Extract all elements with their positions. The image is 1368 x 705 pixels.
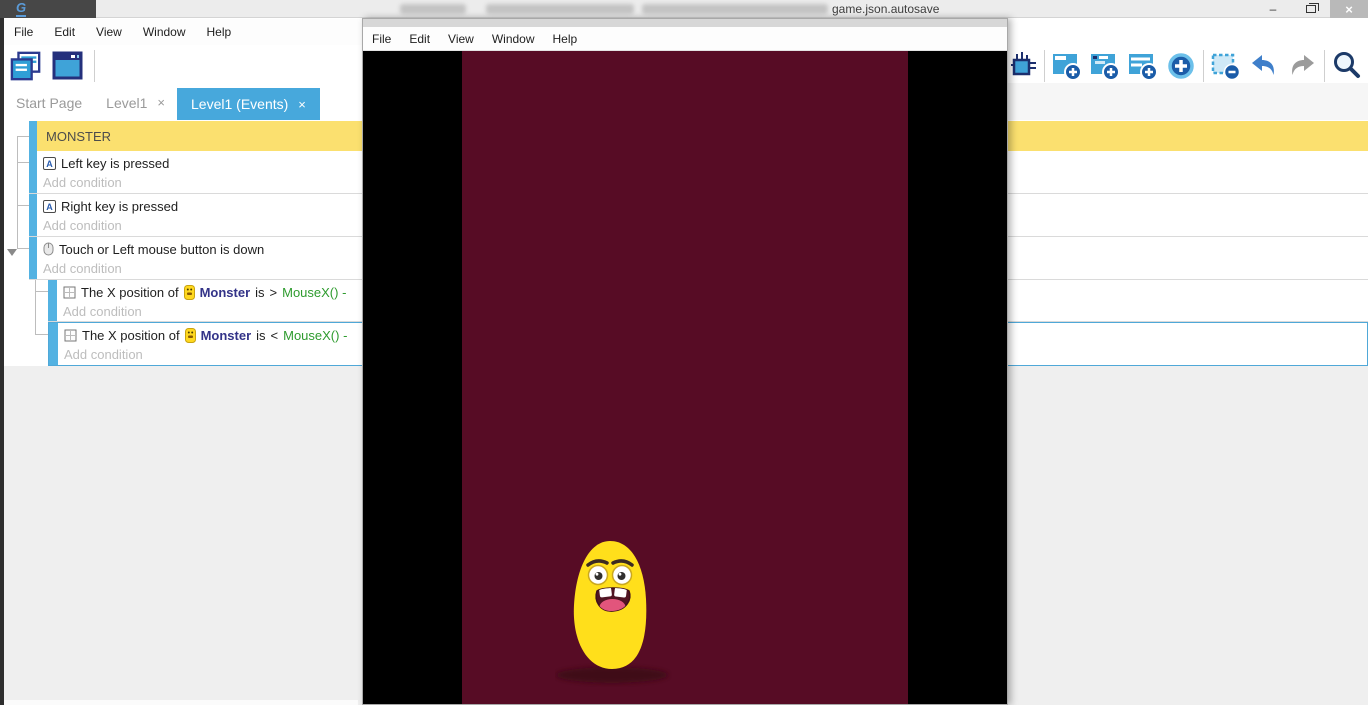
menu-view[interactable]: View (96, 25, 122, 39)
tab-label: Start Page (16, 95, 82, 111)
right-panel-filler (1007, 83, 1368, 121)
preview-window[interactable]: File Edit View Window Help (362, 18, 1008, 705)
redo-icon[interactable] (1286, 50, 1318, 82)
condition-text: is (255, 285, 264, 300)
position-icon (64, 329, 77, 342)
keyboard-key-icon: A (43, 200, 56, 213)
toolbar-separator (1324, 50, 1325, 82)
operator: < (271, 328, 279, 343)
preview-menu-edit[interactable]: Edit (409, 32, 430, 46)
title-bar: G game.json.autosave – × (0, 0, 1368, 18)
add-circle-icon[interactable] (1165, 50, 1197, 82)
gdevelop-logo-icon: G (16, 1, 26, 17)
tab-close-icon[interactable]: × (157, 95, 165, 110)
event-color-bar (29, 121, 37, 151)
condition-text: Left key is pressed (61, 156, 169, 171)
project-manager-icon[interactable] (10, 50, 42, 82)
condition-text: is (256, 328, 265, 343)
condition-text: Touch or Left mouse button is down (59, 242, 264, 257)
toolbar-right (1006, 46, 1363, 86)
tree-line (35, 334, 48, 335)
tab-start-page[interactable]: Start Page (4, 85, 94, 120)
redacted-title-segment (642, 4, 828, 14)
add-event-icon[interactable] (1051, 50, 1083, 82)
app-icon-block: G (0, 0, 96, 18)
condition-text: Right key is pressed (61, 199, 178, 214)
menu-window[interactable]: Window (143, 25, 186, 39)
menu-file[interactable]: File (14, 25, 33, 39)
toolbar-left (4, 46, 95, 86)
monster-object-icon (184, 285, 195, 300)
preview-title-strip (363, 19, 1007, 27)
tree-line (17, 136, 29, 137)
redacted-title-segment (400, 4, 466, 14)
game-stage (462, 51, 908, 704)
window-title: game.json.autosave (832, 2, 939, 16)
toolbar-separator (1203, 50, 1204, 82)
gdevelop-window: G game.json.autosave – × File Edit View … (0, 0, 1368, 705)
game-viewport[interactable] (363, 51, 1007, 704)
minimize-button[interactable]: – (1254, 0, 1292, 18)
restore-icon (1306, 5, 1316, 13)
close-button[interactable]: × (1330, 0, 1368, 18)
restore-button[interactable] (1292, 0, 1330, 18)
window-controls: – × (1254, 0, 1368, 18)
scene-window-icon[interactable] (52, 50, 84, 82)
monster-sprite (555, 537, 685, 687)
preview-menu-window[interactable]: Window (492, 32, 535, 46)
condition-text: The X position of (81, 285, 179, 300)
tree-line (17, 162, 29, 163)
tab-label: Level1 (Events) (191, 96, 288, 112)
tree-line (17, 248, 29, 249)
event-color-bar (29, 151, 37, 193)
preview-menu-help[interactable]: Help (553, 32, 578, 46)
redacted-title-segment (486, 4, 634, 14)
expression: MouseX() - (283, 328, 347, 343)
mouse-icon (43, 242, 54, 256)
event-color-bar (29, 237, 37, 279)
tree-line (35, 291, 48, 292)
position-icon (63, 286, 76, 299)
event-color-bar (48, 280, 57, 321)
event-color-bar (29, 194, 37, 236)
preview-menu-bar: File Edit View Window Help (363, 27, 1007, 51)
chip-icon[interactable] (1006, 50, 1038, 82)
object-name: Monster (200, 285, 251, 300)
tab-bar: Start Page Level1 × Level1 (Events) × (4, 85, 358, 120)
condition-text: The X position of (82, 328, 180, 343)
events-sheet-footer (4, 700, 358, 705)
tree-line (17, 205, 29, 206)
preview-menu-view[interactable]: View (448, 32, 474, 46)
tree-line (17, 136, 18, 248)
toolbar-separator (94, 50, 95, 82)
monster-object-icon (185, 328, 196, 343)
object-name: Monster (201, 328, 252, 343)
toolbar-separator (1044, 50, 1045, 82)
preview-menu-file[interactable]: File (372, 32, 391, 46)
menu-edit[interactable]: Edit (54, 25, 75, 39)
tab-close-icon[interactable]: × (298, 97, 306, 112)
tab-level1-events[interactable]: Level1 (Events) × (177, 88, 320, 120)
add-comment-icon[interactable] (1127, 50, 1159, 82)
undo-icon[interactable] (1248, 50, 1280, 82)
menu-help[interactable]: Help (207, 25, 232, 39)
tab-label: Level1 (106, 95, 147, 111)
remove-event-icon[interactable] (1210, 50, 1242, 82)
keyboard-key-icon: A (43, 157, 56, 170)
event-color-bar (49, 323, 58, 365)
tab-level1[interactable]: Level1 × (94, 85, 177, 120)
expression: MouseX() - (282, 285, 346, 300)
operator: > (270, 285, 278, 300)
add-subevent-icon[interactable] (1089, 50, 1121, 82)
tree-expander-icon[interactable] (7, 249, 17, 256)
search-icon[interactable] (1331, 50, 1363, 82)
